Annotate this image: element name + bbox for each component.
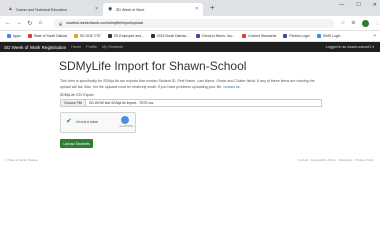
url-text: wowtest.weekofwork.com/sdmylifeimport/up… xyxy=(66,21,143,25)
tab-close-icon[interactable]: × xyxy=(95,6,98,12)
menu-icon[interactable]: ⋮ xyxy=(375,20,380,26)
more-bookmarks-icon[interactable]: » xyxy=(373,33,376,39)
bookmark-apps[interactable]: Apps xyxy=(7,34,21,38)
bookmark-favicon-icon xyxy=(283,34,288,38)
browser-tab-strip: ▲ Career and Technical Education × ◉ SD … xyxy=(0,0,380,16)
bookmark-state-sd[interactable]: State of South Dakota xyxy=(27,34,67,38)
contact-us-link[interactable]: contact us. xyxy=(223,85,240,89)
tab-close-icon[interactable]: × xyxy=(195,6,198,12)
recaptcha-logo-icon xyxy=(121,116,129,125)
recaptcha-widget: ✔ I'm not a robot reCAPTCHA xyxy=(60,112,136,134)
back-icon[interactable]: ← xyxy=(5,20,11,26)
site-navbar: SD Week of Work Registration Home Profil… xyxy=(0,42,380,52)
bookmark-check-in[interactable]: Check-in Barns: Jou... xyxy=(195,34,235,38)
bookmark-favicon-icon xyxy=(27,34,32,38)
address-bar-row: ← → ↻ ⌂ 🔒 wowtest.weekofwork.com/sdmylif… xyxy=(0,16,380,31)
extension-icon[interactable]: ⊕ xyxy=(351,20,355,26)
bookmark-favicon-icon xyxy=(107,34,112,38)
recaptcha-brand: reCAPTCHA xyxy=(119,125,133,129)
bookmark-favicon-icon xyxy=(150,34,155,38)
nav-my-students[interactable]: My Students xyxy=(102,45,123,49)
bookmark-sd-employee[interactable]: SD Employee and... xyxy=(107,34,144,38)
window-controls: — ☐ ✕ xyxy=(339,2,377,8)
bookmark-favicon-icon xyxy=(242,34,247,38)
bookmarks-bar: Apps State of South Dakota SD DOE CTE SD… xyxy=(0,31,380,42)
tab-favicon-icon: ◉ xyxy=(108,6,113,12)
checkmark-icon[interactable]: ✔ xyxy=(66,118,72,126)
bookmark-sims[interactable]: SIMS Login xyxy=(316,34,340,38)
forward-icon[interactable]: → xyxy=(16,20,22,26)
reload-icon[interactable]: ↻ xyxy=(27,20,33,27)
lock-icon: 🔒 xyxy=(58,20,64,26)
captcha-label: I'm not a robot xyxy=(76,120,98,125)
bookmark-content-standards[interactable]: Content Standards xyxy=(242,34,276,38)
bookmark-sd-doe-cte[interactable]: SD DOE CTE xyxy=(73,34,101,38)
chevron-down-icon: ▾ xyxy=(372,45,374,49)
bookmark-favicon-icon xyxy=(195,34,200,38)
nav-profile[interactable]: Profile xyxy=(86,45,97,49)
selected-file-name: SD WOW test SDMyLife import - TEST.csv xyxy=(89,101,154,106)
close-window-icon[interactable]: ✕ xyxy=(373,2,377,8)
page-description: This form is specifically for SDMyLife.c… xyxy=(60,79,315,89)
upload-students-button[interactable]: Upload Students xyxy=(60,139,93,149)
choose-file-button[interactable]: Choose File xyxy=(61,100,87,107)
footer-links[interactable]: Contact · Accessibility Policy · Disclai… xyxy=(298,158,374,162)
csv-file-input[interactable]: Choose File SD WOW test SDMyLife import … xyxy=(60,99,322,108)
bookmark-favicon-icon xyxy=(73,34,78,38)
bookmark-2019-sd[interactable]: 2019 South Dakota... xyxy=(150,34,189,38)
tab-career-technical[interactable]: ▲ Career and Technical Education × xyxy=(3,3,103,16)
star-icon[interactable]: ☆ xyxy=(341,20,345,26)
tab-sd-week-of-work[interactable]: ◉ SD Week of Work × xyxy=(103,3,203,16)
footer-copyright: © State of South Dakota xyxy=(5,158,38,162)
new-tab-button[interactable]: + xyxy=(210,3,215,13)
apps-grid-icon xyxy=(7,34,11,38)
tab-title: Career and Technical Education xyxy=(16,7,67,12)
page-title: SDMyLife Import for Shawn-School xyxy=(59,59,247,73)
bookmark-favicon-icon xyxy=(316,34,321,38)
main-content: SDMyLife Import for Shawn-School This fo… xyxy=(55,52,325,149)
url-input[interactable]: 🔒 wowtest.weekofwork.com/sdmylifeimport/… xyxy=(53,18,335,28)
home-icon[interactable]: ⌂ xyxy=(38,20,44,26)
tab-title: SD Week of Work xyxy=(116,7,145,12)
tab-favicon-icon: ▲ xyxy=(8,6,13,12)
minimize-icon[interactable]: — xyxy=(339,2,344,8)
user-menu[interactable]: Logged in as shawn-school1 ▾ xyxy=(326,45,374,49)
bookmark-perkins[interactable]: Perkins Login xyxy=(283,34,310,38)
site-brand[interactable]: SD Week of Work Registration xyxy=(4,45,66,50)
profile-avatar[interactable] xyxy=(362,19,369,27)
footer: © State of South Dakota Contact · Access… xyxy=(0,158,380,166)
csv-export-label: SDMyLife CSV Export: xyxy=(60,93,95,98)
nav-home[interactable]: Home xyxy=(71,45,81,49)
maximize-icon[interactable]: ☐ xyxy=(356,2,360,8)
